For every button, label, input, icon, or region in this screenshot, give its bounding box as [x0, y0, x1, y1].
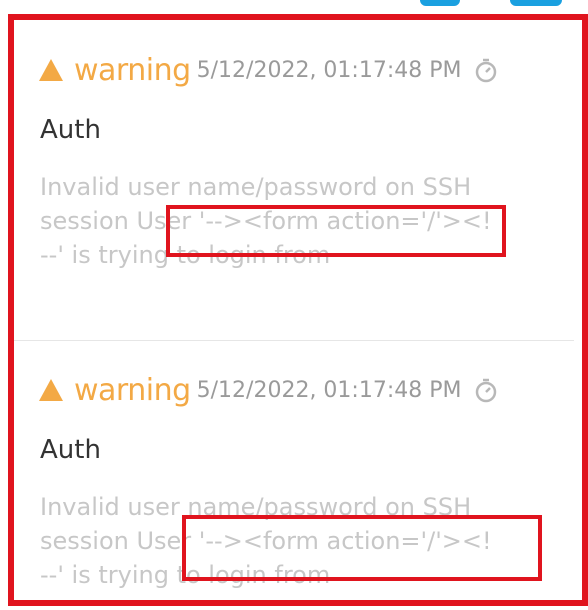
injection-highlight-box	[166, 205, 506, 257]
log-timestamp: 5/12/2022, 01:17:48 PM	[196, 57, 462, 83]
log-level: warning	[74, 372, 191, 408]
top-blue-tab-left	[420, 0, 460, 6]
log-category: Auth	[40, 435, 101, 465]
log-card[interactable]: warning 5/12/2022, 01:17:48 PM Auth Inva…	[14, 20, 574, 340]
message-line: Invalid user name/password on SSH	[40, 173, 472, 201]
warning-triangle-icon	[39, 59, 63, 81]
log-list-panel: warning 5/12/2022, 01:17:48 PM Auth Inva…	[14, 20, 574, 600]
top-strip	[0, 0, 588, 14]
log-category: Auth	[40, 115, 101, 145]
log-card[interactable]: warning 5/12/2022, 01:17:48 PM Auth Inva…	[14, 340, 574, 610]
injection-highlight-box	[182, 515, 542, 581]
log-level: warning	[74, 52, 191, 88]
log-timestamp: 5/12/2022, 01:17:48 PM	[196, 377, 462, 403]
stopwatch-icon[interactable]	[473, 377, 499, 403]
log-header: warning 5/12/2022, 01:17:48 PM	[38, 50, 499, 90]
log-header: warning 5/12/2022, 01:17:48 PM	[38, 370, 499, 410]
stopwatch-icon[interactable]	[473, 57, 499, 83]
warning-triangle-icon	[39, 379, 63, 401]
top-blue-tab-right	[510, 0, 562, 6]
